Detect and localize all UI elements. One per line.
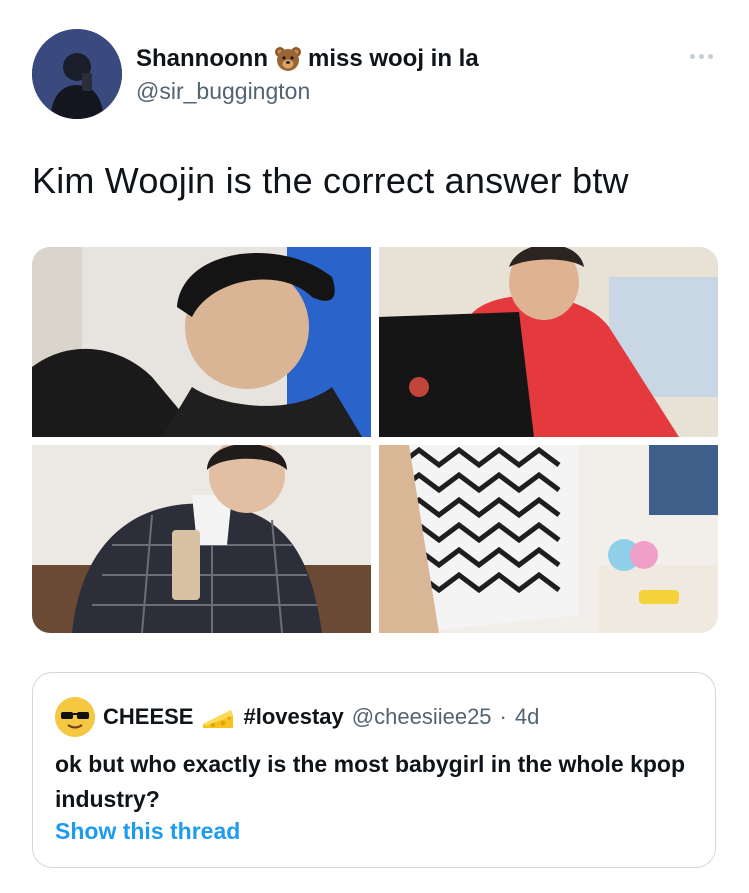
photo-4[interactable] <box>379 445 718 633</box>
author-name-row[interactable]: Shannoonn miss wooj in la <box>136 44 479 74</box>
more-options-icon[interactable] <box>683 46 719 66</box>
more-dot <box>689 53 695 59</box>
author-name-suffix[interactable]: miss wooj in la <box>308 45 479 73</box>
author-display-name[interactable]: Shannoonn <box>136 45 268 73</box>
more-dot <box>698 53 704 59</box>
bear-face-icon <box>274 45 302 73</box>
quoted-separator: · <box>499 704 507 729</box>
photo-1[interactable] <box>32 247 371 437</box>
quoted-tweet-text: ok but who exactly is the most babygirl … <box>55 751 686 812</box>
cheese-wedge-icon <box>201 704 235 730</box>
quoted-author-avatar[interactable] <box>55 697 95 737</box>
quoted-author-handle: @cheesiiee25 <box>351 704 492 729</box>
tweet: Shannoonn miss wooj in la @sir_buggingto… <box>0 0 749 893</box>
author-avatar[interactable] <box>32 29 122 119</box>
quoted-timestamp: 4d <box>514 704 540 729</box>
more-dot <box>707 53 713 59</box>
quoted-author-name: CHEESE <box>103 704 194 729</box>
show-thread-link[interactable]: Show this thread <box>55 818 240 845</box>
author-handle[interactable]: @sir_buggington <box>136 78 310 105</box>
photo-3[interactable] <box>32 445 371 633</box>
quoted-tweet-header: CHEESE #lovestay @cheesiiee25 · 4d <box>55 697 540 737</box>
media-grid <box>32 247 718 633</box>
photo-2[interactable] <box>379 247 718 437</box>
quoted-tweet[interactable]: CHEESE #lovestay @cheesiiee25 · 4d ok bu… <box>32 672 716 868</box>
quoted-author-hashtag: #lovestay <box>243 704 344 729</box>
tweet-text: Kim Woojin is the correct answer btw <box>32 160 629 201</box>
